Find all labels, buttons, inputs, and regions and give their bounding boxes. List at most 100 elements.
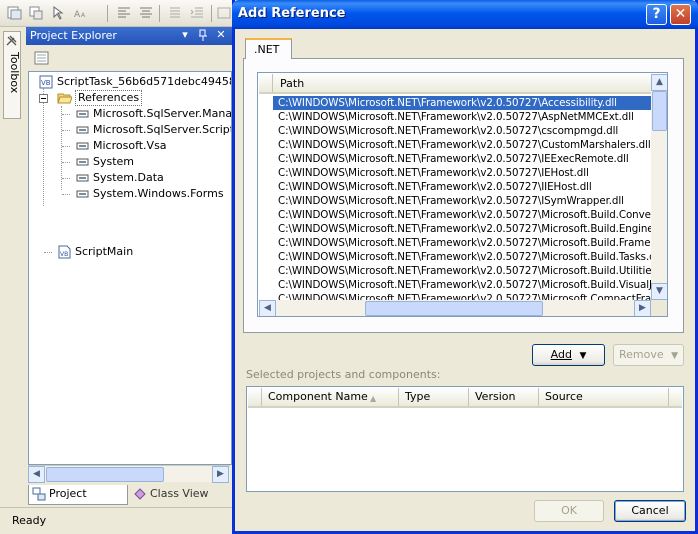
close-icon: ✕ [674,6,687,22]
ok-button[interactable]: OK [534,500,604,522]
reference-path-row[interactable]: C:\WINDOWS\Microsoft.NET\Framework\v2.0.… [273,194,651,208]
reference-path-row[interactable]: C:\WINDOWS\Microsoft.NET\Framework\v2.0.… [273,264,651,278]
tree-line [44,252,52,253]
column-version-label: Version [475,390,516,403]
toolbox-tab[interactable]: Toolbox [3,31,21,119]
reference-list[interactable]: Path C:\WINDOWS\Microsoft.NET\Framework\… [257,72,668,317]
tree-line [62,162,70,163]
chevron-right-icon: ▶ [639,303,646,313]
scriptmain-label: ScriptMain [75,245,134,258]
svg-text:A: A [74,10,81,20]
panel-close-icon[interactable]: ✕ [214,28,228,42]
class-view-icon [134,488,146,500]
reference-path-row[interactable]: C:\WINDOWS\Microsoft.NET\Framework\v2.0.… [273,166,651,180]
components-header: Component Name ▲ Type Version Source [248,388,682,408]
column-component-name-label: Component Name [268,390,368,403]
tab-page-net: Path C:\WINDOWS\Microsoft.NET\Framework\… [243,58,684,333]
add-button[interactable]: Add ▼ [532,344,605,366]
tab-project-explorer[interactable]: Project Explorer [28,485,128,518]
scroll-up-button[interactable]: ▲ [651,74,667,91]
status-bar: Ready [0,507,232,534]
scroll-right-button[interactable]: ▶ [634,300,651,316]
column-header-source[interactable]: Source [539,388,669,406]
reference-path-row[interactable]: C:\WINDOWS\Microsoft.NET\Framework\v2.0.… [273,152,651,166]
dropdown-arrow-icon: ▼ [579,351,587,361]
align-left-icon[interactable] [116,5,132,21]
reference-path-row[interactable]: C:\WINDOWS\Microsoft.NET\Framework\v2.0.… [273,250,651,264]
pin-icon[interactable] [196,28,210,42]
column-type-label: Type [405,390,431,403]
project-explorer-toolbar [26,45,232,71]
indent-icon[interactable] [189,5,205,21]
column-header-path[interactable]: Path [280,77,304,90]
remove-button[interactable]: Remove ▼ [613,344,684,366]
tree-line [62,146,70,147]
reference-path-row[interactable]: C:\WINDOWS\Microsoft.NET\Framework\v2.0.… [273,110,651,124]
toolbar-separator [211,5,212,22]
selected-components-list[interactable]: Component Name ▲ Type Version Source [246,386,684,492]
reference-path-row[interactable]: C:\WINDOWS\Microsoft.NET\Framework\v2.0.… [273,96,651,110]
reference-path-row[interactable]: C:\WINDOWS\Microsoft.NET\Framework\v2.0.… [273,278,651,292]
add-reference-dialog: Add Reference ? ✕ Path C:\WINDOWS\Micros… [232,0,698,534]
toolbar-separator [107,5,108,22]
help-button[interactable]: ? [646,4,667,25]
reference-name: Microsoft.SqlServer.ScriptTa [93,123,232,136]
scroll-left-button[interactable]: ◀ [28,466,45,483]
collapse-icon[interactable] [39,94,48,103]
pointer-icon[interactable] [51,5,67,21]
reference-path-row[interactable]: C:\WINDOWS\Microsoft.NET\Framework\v2.0.… [273,138,651,152]
svg-text:A: A [81,12,86,19]
tab-net-label: .NET [254,43,280,56]
ide-toolbar: AA [0,0,232,27]
tree-horizontal-scrollbar[interactable]: ◀ ▶ [28,465,230,483]
reference-name: System.Data [93,171,164,184]
chevron-left-icon: ◀ [33,469,40,479]
align-center-icon[interactable] [138,5,154,21]
copy-format-icon[interactable] [28,5,44,21]
reference-path-row[interactable]: C:\WINDOWS\Microsoft.NET\Framework\v2.0.… [273,180,651,194]
panel-title: Project Explorer [30,29,117,42]
folder-open-icon [57,93,72,104]
tab-net[interactable]: .NET [245,38,292,59]
list-icon[interactable] [167,5,183,21]
vertical-scroll-thumb[interactable] [652,91,667,131]
cancel-button[interactable]: Cancel [614,500,686,522]
column-header-version[interactable]: Version [469,388,539,406]
selected-components-label: Selected projects and components: [246,368,441,381]
close-button[interactable]: ✕ [670,4,691,25]
tree-line [62,178,70,179]
toolbox-label: Toolbox [8,52,21,94]
list-horizontal-scrollbar[interactable]: ◀ ▶ [259,300,651,316]
assembly-icon [76,142,89,150]
format-icon[interactable] [7,5,23,21]
vb-file-icon: VB [58,245,71,259]
status-text: Ready [12,514,47,527]
references-label: References [75,90,143,106]
toolbar-overflow-icon[interactable] [217,5,233,21]
dialog-titlebar[interactable]: Add Reference ? ✕ [232,0,698,29]
reference-path-row[interactable]: C:\WINDOWS\Microsoft.NET\Framework\v2.0.… [273,222,651,236]
column-header-component-name[interactable]: Component Name ▲ [262,388,399,406]
properties-icon[interactable] [34,50,50,66]
font-size-icon[interactable]: AA [73,5,89,21]
assembly-icon [76,174,89,182]
toolbox-strip: Toolbox [0,27,24,507]
horizontal-scroll-thumb[interactable] [365,301,543,316]
vb-project-icon: VB [39,75,53,89]
scroll-down-button[interactable]: ▼ [651,283,667,300]
scroll-thumb[interactable] [46,467,164,482]
project-explorer-icon [32,487,46,501]
reference-path-row[interactable]: C:\WINDOWS\Microsoft.NET\Framework\v2.0.… [273,208,651,222]
reference-path-row[interactable]: C:\WINDOWS\Microsoft.NET\Framework\v2.0.… [273,236,651,250]
toolbox-icon [6,35,17,46]
reference-path-row[interactable]: C:\WINDOWS\Microsoft.NET\Framework\v2.0.… [273,124,651,138]
assembly-icon [76,158,89,166]
scroll-left-button[interactable]: ◀ [259,300,276,316]
scroll-right-button[interactable]: ▶ [212,466,229,483]
panel-tabs: Project Explorer Class View [26,483,232,518]
column-header-type[interactable]: Type [399,388,469,406]
tree-line [62,194,70,195]
panel-dropdown-icon[interactable]: ▾ [178,28,192,42]
list-vertical-scrollbar[interactable]: ▲ ▼ [651,74,667,300]
tab-class-view[interactable]: Class View [130,485,226,505]
